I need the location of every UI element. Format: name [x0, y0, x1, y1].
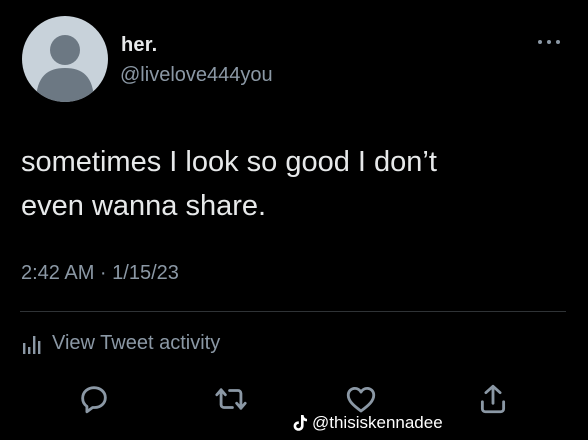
reply-icon[interactable] [77, 382, 111, 416]
share-icon[interactable] [476, 382, 510, 416]
heart-icon[interactable] [344, 382, 378, 416]
author-handle[interactable]: @livelove444you [120, 64, 273, 87]
tweet-text: sometimes I look so good I don’t even wa… [21, 140, 561, 228]
retweet-icon[interactable] [214, 382, 248, 416]
tiktok-icon [293, 415, 307, 431]
watermark-text: @thisiskennadee [312, 413, 443, 432]
avatar[interactable] [22, 16, 108, 102]
tweet-text-line: sometimes I look so good I don’t [21, 146, 437, 178]
tweet-text-line: even wanna share. [21, 190, 267, 222]
divider [20, 311, 566, 312]
analytics-bars-icon [23, 336, 41, 354]
default-avatar-icon [36, 35, 94, 102]
view-tweet-activity-label: View Tweet activity [52, 331, 221, 354]
more-options-icon[interactable] [536, 36, 562, 48]
author-display-name[interactable]: her. [121, 34, 157, 57]
tweet-timestamp[interactable]: 2:42 AM · 1/15/23 [21, 262, 179, 285]
tiktok-watermark: @thisiskennadee [292, 412, 443, 434]
view-tweet-activity-button[interactable]: View Tweet activity [22, 330, 220, 356]
